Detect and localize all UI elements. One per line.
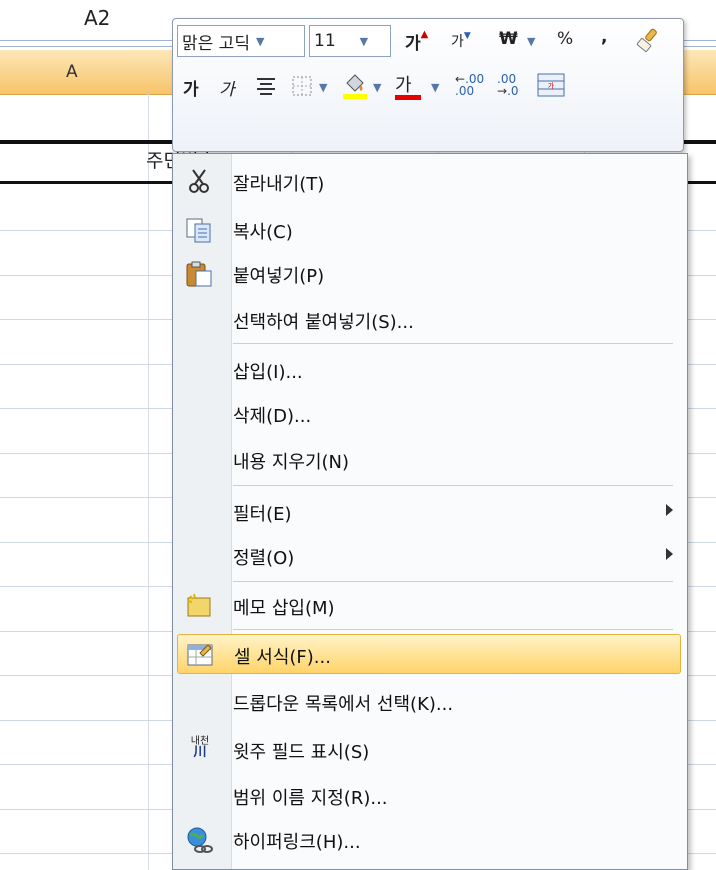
gridline-vertical — [148, 94, 149, 870]
format-cells-icon — [186, 641, 214, 669]
submenu-arrow-icon — [666, 504, 673, 516]
menu-separator — [233, 485, 673, 486]
borders-icon[interactable] — [291, 75, 313, 101]
font-size-box[interactable]: 11 ▼ — [309, 25, 391, 57]
chevron-down-icon[interactable]: ▼ — [527, 35, 535, 48]
menu-item-cut[interactable]: 잘라내기(T) — [177, 162, 681, 202]
decrease-decimal-button[interactable]: .00 →.0 — [497, 73, 519, 97]
comment-icon — [185, 592, 213, 620]
chevron-down-icon[interactable]: ▼ — [373, 81, 381, 94]
phonetic-icon: 내천 川 — [190, 736, 210, 760]
increase-decimal-button[interactable]: ←.00.00 — [455, 73, 484, 97]
chevron-down-icon[interactable]: ▼ — [319, 81, 327, 94]
column-header-a[interactable]: A — [66, 62, 78, 82]
paste-icon — [185, 260, 213, 288]
menu-item-sort[interactable]: 정렬(O) — [177, 536, 681, 576]
chevron-down-icon[interactable]: ▼ — [256, 35, 264, 48]
menu-separator — [233, 343, 673, 344]
menu-item-define-name[interactable]: 범위 이름 지정(R)... — [177, 776, 681, 816]
menu-item-copy[interactable]: 복사(C) — [177, 210, 681, 250]
italic-button[interactable]: 가 — [219, 75, 235, 100]
chevron-down-icon[interactable]: ▼ — [431, 81, 439, 94]
hyperlink-icon — [185, 826, 213, 854]
menu-item-hyperlink[interactable]: 하이퍼링크(H)... — [177, 820, 681, 860]
svg-text:가: 가 — [548, 81, 555, 90]
font-name-box[interactable]: 맑은 고딕 ▼ — [177, 25, 305, 57]
comma-button[interactable]: , — [601, 27, 607, 47]
menu-item-paste[interactable]: 붙여넣기(P) — [177, 254, 681, 294]
format-painter-icon[interactable] — [635, 27, 665, 59]
bold-button[interactable]: 가 — [183, 75, 199, 100]
copy-icon — [185, 216, 213, 244]
menu-item-paste-special[interactable]: 선택하여 붙여넣기(S)... — [177, 300, 681, 340]
percent-button[interactable]: % — [557, 29, 573, 49]
name-box-value: A2 — [84, 6, 111, 30]
context-menu: 잘라내기(T) 복사(C) 붙여넣기(P) 선택하여 붙여넣기(S)... 삽입… — [172, 153, 688, 870]
menu-item-pick-from-dropdown[interactable]: 드롭다운 목록에서 선택(K)... — [177, 682, 681, 722]
menu-separator — [233, 581, 673, 582]
font-color-button[interactable]: 가 — [395, 71, 421, 100]
scissors-icon — [185, 168, 213, 196]
name-box[interactable]: A2 — [0, 0, 170, 40]
submenu-arrow-icon — [666, 548, 673, 560]
chevron-down-icon[interactable]: ▼ — [360, 35, 368, 48]
menu-item-filter[interactable]: 필터(E) — [177, 492, 681, 532]
merge-center-icon[interactable]: 가 — [537, 73, 565, 101]
fill-color-icon[interactable] — [341, 71, 369, 105]
currency-button[interactable]: ₩ — [499, 29, 518, 49]
menu-item-insert-comment[interactable]: 메모 삽입(M) — [177, 586, 681, 626]
font-name-value: 맑은 고딕 — [182, 33, 250, 54]
mini-toolbar: 맑은 고딕 ▼ 11 ▼ 가▲ 가▼ ₩ ▼ % , 가 가 ▼ ▼ 가 ▼ ←… — [172, 18, 684, 152]
menu-item-format-cells[interactable]: 셀 서식(F)... — [177, 634, 681, 674]
menu-item-insert[interactable]: 삽입(I)... — [177, 350, 681, 390]
menu-item-delete[interactable]: 삭제(D)... — [177, 394, 681, 434]
grow-font-button[interactable]: 가▲ — [405, 29, 428, 54]
menu-item-show-phonetic[interactable]: 내천 川 윗주 필드 표시(S) — [177, 730, 681, 770]
shrink-font-button[interactable]: 가▼ — [451, 31, 471, 51]
font-size-value: 11 — [314, 31, 336, 51]
align-center-icon[interactable] — [255, 75, 277, 101]
menu-item-clear-contents[interactable]: 내용 지우기(N) — [177, 440, 681, 480]
menu-separator — [233, 629, 673, 630]
